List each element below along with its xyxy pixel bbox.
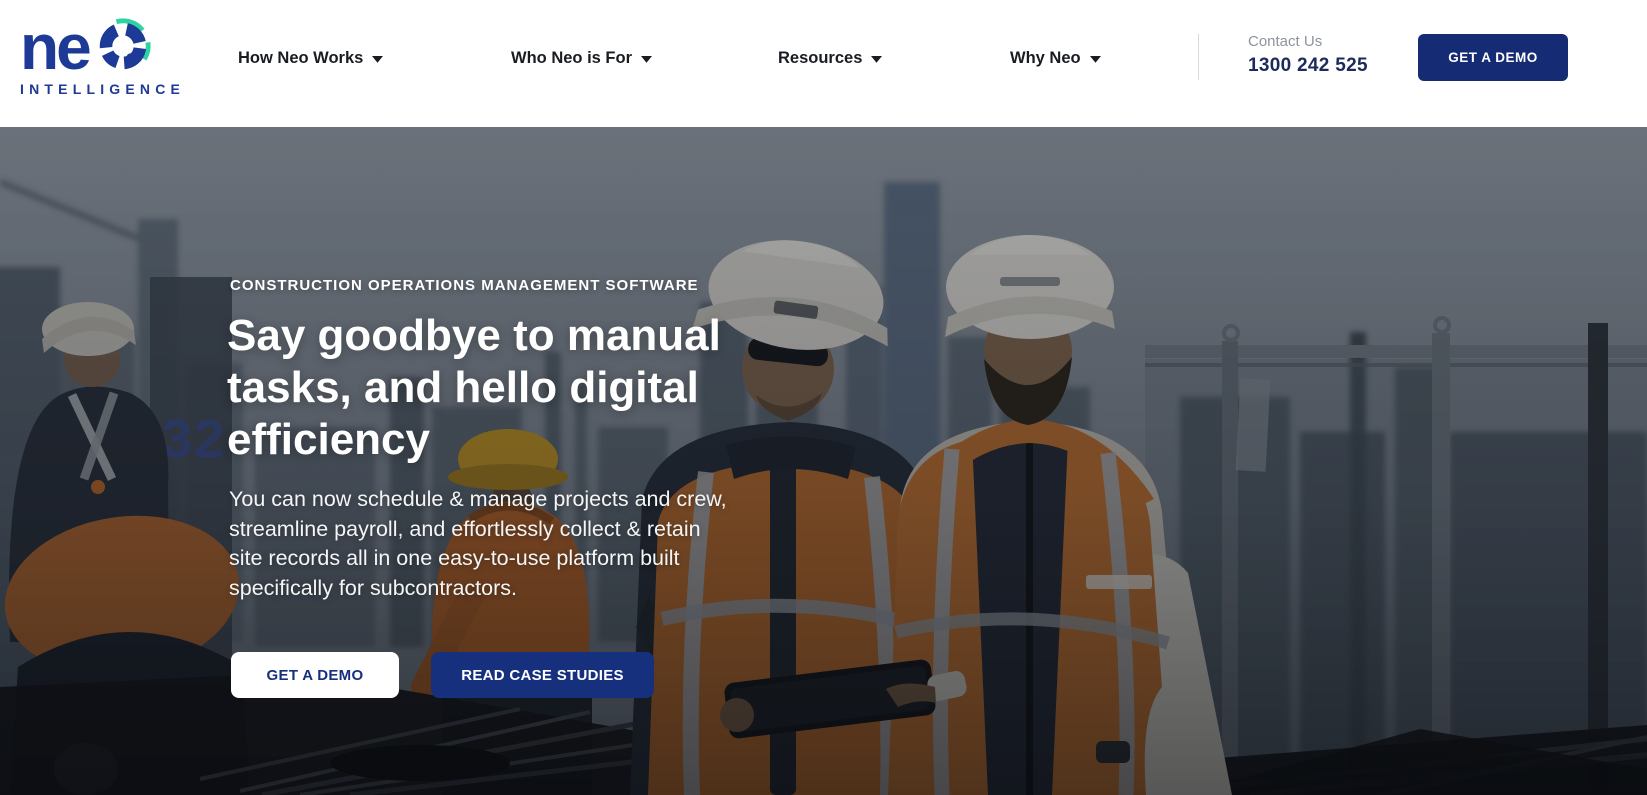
logo-text-ne: ne — [20, 18, 89, 77]
logo-text-intelligence: INTELLIGENCE — [20, 81, 185, 97]
chevron-down-icon — [641, 56, 652, 63]
nav-label: How Neo Works — [238, 47, 363, 70]
nav-label: Who Neo is For — [511, 47, 632, 70]
hero-heading-line: Say goodbye to manual — [227, 310, 721, 362]
nav-item-resources[interactable]: Resources — [778, 47, 882, 70]
nav-label: Why Neo — [1010, 47, 1081, 70]
hero-body-text: You can now schedule & manage projects a… — [229, 485, 727, 603]
hero-body-line: streamline payroll, and effortlessly col… — [229, 515, 727, 545]
logo-o-mark-icon — [92, 15, 154, 77]
contact-us-label: Contact Us — [1248, 33, 1368, 50]
get-a-demo-button-header[interactable]: GET A DEMO — [1418, 34, 1568, 81]
nav-label: Resources — [778, 47, 862, 70]
get-a-demo-button-hero[interactable]: GET A DEMO — [231, 652, 399, 698]
hero-body-line: site records all in one easy-to-use plat… — [229, 544, 727, 574]
chevron-down-icon — [372, 56, 383, 63]
hero-heading-line: efficiency — [227, 414, 721, 466]
read-case-studies-button[interactable]: READ CASE STUDIES — [431, 652, 654, 698]
hero-heading: Say goodbye to manual tasks, and hello d… — [227, 310, 721, 466]
hero-eyebrow: CONSTRUCTION OPERATIONS MANAGEMENT SOFTW… — [230, 277, 699, 294]
nav-item-how-neo-works[interactable]: How Neo Works — [238, 47, 383, 70]
hero-content: CONSTRUCTION OPERATIONS MANAGEMENT SOFTW… — [0, 127, 1647, 795]
hero-heading-line: tasks, and hello digital — [227, 362, 721, 414]
nav-item-why-neo[interactable]: Why Neo — [1010, 47, 1101, 70]
chevron-down-icon — [1090, 56, 1101, 63]
hero-body-line: specifically for subcontractors. — [229, 574, 727, 604]
contact-block: Contact Us 1300 242 525 — [1248, 33, 1368, 77]
header-divider — [1198, 34, 1199, 80]
neo-intelligence-logo[interactable]: ne INTELLIGENCE — [20, 11, 185, 97]
hero-section: 32 — [0, 127, 1647, 795]
nav-item-who-neo-is-for[interactable]: Who Neo is For — [511, 47, 652, 70]
chevron-down-icon — [871, 56, 882, 63]
logo-wordmark: ne — [20, 11, 185, 77]
phone-number[interactable]: 1300 242 525 — [1248, 55, 1368, 77]
hero-body-line: You can now schedule & manage projects a… — [229, 485, 727, 515]
site-header: ne INTELLIGENCE How Neo Works Who Neo is… — [0, 0, 1647, 127]
